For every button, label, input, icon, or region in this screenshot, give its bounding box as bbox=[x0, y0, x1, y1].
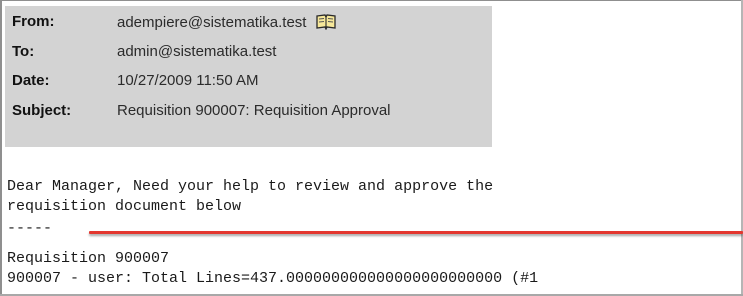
body-separator: ----- bbox=[7, 220, 53, 237]
from-value: adempiere@sistematika.test bbox=[117, 13, 336, 34]
to-row: To: admin@sistematika.test bbox=[5, 36, 492, 66]
date-value: 10/27/2009 11:50 AM bbox=[117, 72, 259, 89]
from-address[interactable]: adempiere@sistematika.test bbox=[117, 14, 306, 31]
body-line-greeting: Dear Manager, Need your help to review a… bbox=[7, 178, 494, 195]
from-row: From: adempiere@sistematika.test bbox=[5, 6, 492, 36]
frame-border-left bbox=[0, 0, 2, 296]
frame-border-top bbox=[0, 0, 743, 1]
subject-value: Requisition 900007: Requisition Approval bbox=[117, 102, 391, 119]
address-book-icon[interactable] bbox=[316, 13, 336, 34]
date-row: Date: 10/27/2009 11:50 AM bbox=[5, 65, 492, 95]
subject-label: Subject: bbox=[12, 102, 72, 119]
email-header: From: adempiere@sistematika.test To: adm… bbox=[5, 6, 492, 147]
to-label: To: bbox=[12, 43, 35, 60]
body-line-requisition: Requisition 900007 bbox=[7, 250, 170, 267]
red-annotation-line bbox=[89, 231, 743, 234]
body-line-total: 900007 - user: Total Lines=437.000000000… bbox=[7, 270, 539, 287]
date-label: Date: bbox=[12, 72, 50, 89]
from-label: From: bbox=[12, 13, 55, 30]
body-line-request: requisition document below bbox=[7, 198, 242, 215]
to-value[interactable]: admin@sistematika.test bbox=[117, 43, 276, 60]
subject-row: Subject: Requisition 900007: Requisition… bbox=[5, 95, 492, 125]
